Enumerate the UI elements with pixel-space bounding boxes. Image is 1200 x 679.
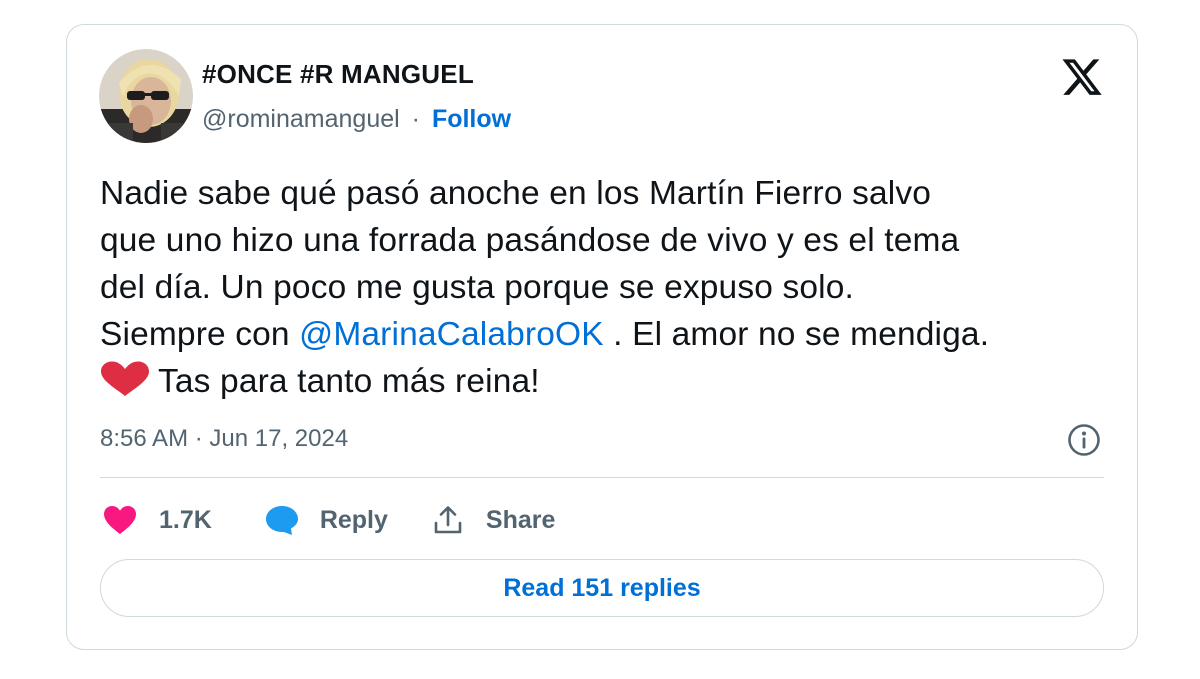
tweet-text: Nadie sabe qué pasó anoche en los Martín… xyxy=(100,170,1120,405)
reply-button[interactable]: Reply xyxy=(264,504,388,536)
share-icon xyxy=(432,504,464,536)
read-replies-button[interactable]: Read 151 replies xyxy=(100,559,1104,617)
tweet-text-fragment: Siempre con xyxy=(100,316,300,353)
avatar[interactable] xyxy=(99,49,193,143)
reply-bubble-icon xyxy=(264,504,300,536)
tweet-line: Siempre con @MarinaCalabroOK . El amor n… xyxy=(100,311,1120,358)
tweet-text-fragment: . El amor no se mendiga. xyxy=(603,316,990,353)
read-replies-label: Read 151 replies xyxy=(503,573,701,602)
separator-dot: · xyxy=(411,105,420,133)
share-label: Share xyxy=(485,505,556,534)
tweet-line: Tas para tanto más reina! xyxy=(100,358,1120,405)
tweet-line: del día. Un poco me gusta porque se expu… xyxy=(100,269,854,306)
like-button[interactable]: 1.7K xyxy=(103,505,212,535)
tweet-card: #ONCE #R MANGUEL @rominamanguel · Follow… xyxy=(66,24,1138,650)
tweet-text-fragment: Tas para tanto más reina! xyxy=(158,363,540,400)
like-count: 1.7K xyxy=(159,505,212,534)
avatar-photo-icon xyxy=(99,49,193,143)
follow-link[interactable]: Follow xyxy=(432,105,511,133)
info-icon[interactable] xyxy=(1067,423,1101,457)
action-bar: 1.7K Reply Share xyxy=(103,499,555,541)
share-button[interactable]: Share xyxy=(432,504,555,536)
reply-label: Reply xyxy=(319,505,388,534)
divider xyxy=(100,477,1104,478)
red-heart-emoji-icon xyxy=(100,361,150,397)
tweet-line: Nadie sabe qué pasó anoche en los Martín… xyxy=(100,175,932,212)
author-handle-row: @rominamanguel · Follow xyxy=(202,105,511,134)
mention-link[interactable]: @MarinaCalabroOK xyxy=(299,316,604,353)
x-logo-icon[interactable] xyxy=(1060,58,1104,98)
author-display-name[interactable]: #ONCE #R MANGUEL xyxy=(202,59,474,90)
tweet-line: que uno hizo una forrada pasándose de vi… xyxy=(100,222,960,259)
author-handle[interactable]: @rominamanguel xyxy=(202,105,400,133)
heart-icon xyxy=(103,505,137,535)
tweet-timestamp[interactable]: 8:56 AM · Jun 17, 2024 xyxy=(100,425,348,453)
